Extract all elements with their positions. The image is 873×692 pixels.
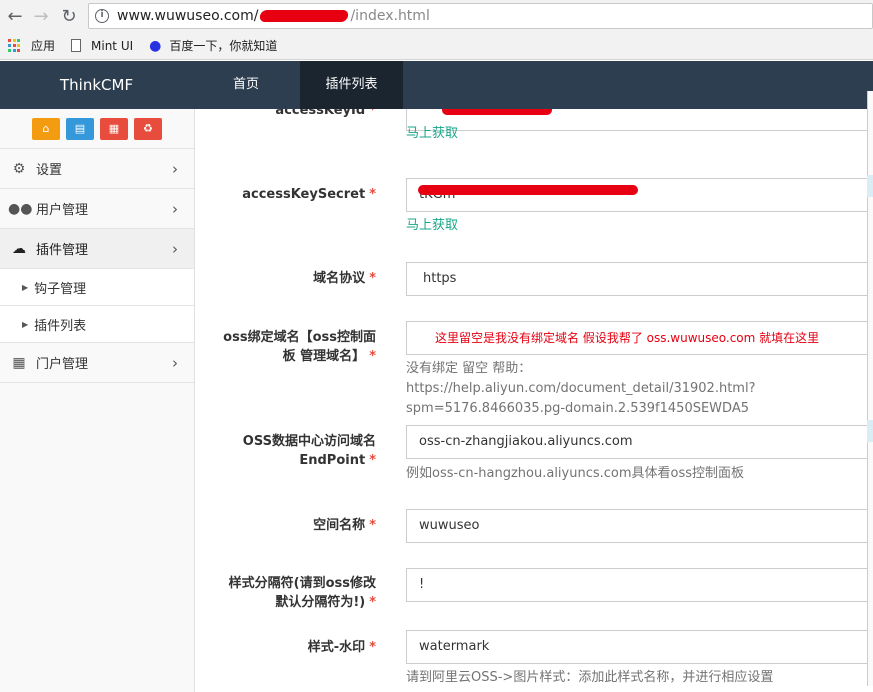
- separator-input[interactable]: !: [406, 568, 873, 602]
- caret-right-icon: ▶: [22, 282, 29, 292]
- oss-domain-input[interactable]: 这里留空是我没有绑定域名 假设我帮了 oss.wuwuseo.com 就填在这里: [406, 321, 873, 355]
- endpoint-input[interactable]: oss-cn-zhangjiakou.aliyuncs.com: [406, 425, 873, 459]
- brand-logo[interactable]: ThinkCMF: [60, 76, 133, 94]
- file-icon[interactable]: ▤: [66, 117, 94, 140]
- url-host: www.wuwuseo.com/: [117, 8, 259, 24]
- caret-right-icon: ▶: [22, 319, 29, 329]
- field-label: 样式-水印 *: [307, 640, 376, 655]
- field-label: 样式分隔符(请到oss修改 默认分隔符为!) *: [228, 576, 376, 610]
- quick-actions: ⌂ ▤ ▦ ♻: [0, 109, 194, 149]
- address-bar[interactable]: i www.wuwuseo.com/ /index.html: [88, 3, 873, 29]
- chevron-right-icon: ›: [172, 159, 178, 178]
- gears-icon: ⚙: [12, 160, 26, 177]
- row-highlight: [867, 175, 873, 197]
- topnav-plugin-list[interactable]: 插件列表: [300, 61, 403, 109]
- chevron-right-icon: ›: [172, 353, 178, 372]
- reload-icon[interactable]: ↻: [56, 3, 82, 29]
- sidebar-subitem-plugin-list[interactable]: ▶ 插件列表: [0, 306, 194, 343]
- access-key-secret-input[interactable]: tKGm: [406, 178, 873, 212]
- trash-icon[interactable]: ▦: [100, 117, 128, 140]
- watermark-input[interactable]: watermark: [406, 630, 873, 664]
- chevron-right-icon: ›: [172, 199, 178, 218]
- sidebar: ⌂ ▤ ▦ ♻ ⚙ 设置 › ●● 用户管理 › ☁ 插件管理 › ▶ 钩子管理…: [0, 109, 195, 692]
- sidebar-subitem-hooks[interactable]: ▶ 钩子管理: [0, 269, 194, 306]
- sidebar-item-settings[interactable]: ⚙ 设置 ›: [0, 149, 194, 189]
- bookmark-label: Mint UI: [91, 38, 134, 53]
- users-icon: ●●: [8, 200, 33, 217]
- redaction-mark: [442, 109, 552, 115]
- apps-grid-icon: [8, 39, 21, 52]
- app-top-nav: ThinkCMF 首页 插件列表: [0, 61, 873, 109]
- browser-toolbar: ← → ↻ i www.wuwuseo.com/ /index.html: [0, 0, 873, 32]
- sidebar-item-label: 设置: [36, 163, 63, 178]
- field-label: 域名协议 *: [313, 271, 376, 286]
- protocol-input[interactable]: https: [406, 262, 873, 296]
- recycle-icon[interactable]: ♻: [134, 117, 162, 140]
- grid-icon: ▦: [12, 354, 26, 371]
- sidebar-item-plugins[interactable]: ☁ 插件管理 ›: [0, 229, 194, 269]
- redaction-mark: [259, 10, 350, 22]
- field-label: accessKeyId *: [275, 109, 376, 118]
- back-arrow-icon[interactable]: ←: [2, 3, 28, 29]
- field-label: oss绑定域名【oss控制面 板 管理域名】 *: [223, 330, 376, 364]
- url-path: /index.html: [350, 8, 430, 24]
- field-label: accessKeySecret *: [242, 187, 376, 202]
- get-secret-link[interactable]: 马上获取: [406, 216, 458, 236]
- sidebar-item-label: 插件列表: [34, 318, 87, 334]
- sidebar-item-label: 用户管理: [36, 203, 89, 218]
- bookmark-baidu[interactable]: ● 百度一下，你就知道: [149, 37, 277, 54]
- bookmark-mint-ui[interactable]: Mint UI: [71, 39, 133, 53]
- watermark-help: 请到阿里云OSS->图片样式：添加此样式名称，并进行相应设置: [406, 670, 774, 685]
- sidebar-item-label: 钩子管理: [34, 281, 87, 297]
- cloud-icon: ☁: [12, 240, 26, 257]
- sidebar-item-label: 插件管理: [36, 243, 89, 258]
- bucket-input[interactable]: wuwuseo: [406, 509, 873, 543]
- sidebar-item-label: 门户管理: [36, 357, 89, 372]
- endpoint-help: 例如oss-cn-hangzhou.aliyuncs.com具体看oss控制面板: [406, 466, 745, 481]
- field-label: 空间名称 *: [313, 518, 376, 533]
- chevron-right-icon: ›: [172, 239, 178, 258]
- bookmark-label: 应用: [31, 39, 56, 53]
- home-icon[interactable]: ⌂: [32, 117, 60, 140]
- sidebar-item-users[interactable]: ●● 用户管理 ›: [0, 189, 194, 229]
- bookmark-label: 百度一下，你就知道: [169, 39, 278, 53]
- redaction-mark: [418, 185, 638, 195]
- sidebar-item-portal[interactable]: ▦ 门户管理 ›: [0, 343, 194, 383]
- get-key-link[interactable]: 马上获取: [406, 124, 458, 144]
- info-icon[interactable]: i: [95, 9, 109, 23]
- baidu-paw-icon: ●: [149, 37, 162, 54]
- oss-domain-help: 没有绑定 留空 帮助：https://help.aliyun.com/docum…: [406, 361, 756, 416]
- row-highlight: [867, 420, 873, 442]
- forward-arrow-icon[interactable]: →: [28, 3, 54, 29]
- topnav-home[interactable]: 首页: [200, 61, 292, 109]
- plugin-config-form: accessKeyId* 马上获取 accessKeySecret* tKGm …: [196, 109, 873, 692]
- field-label: OSS数据中心访问域名 EndPoint *: [242, 434, 376, 468]
- page-icon: [71, 39, 82, 52]
- bookmark-apps[interactable]: 应用: [8, 37, 55, 54]
- bookmarks-bar: 应用 Mint UI ● 百度一下，你就知道: [0, 32, 873, 60]
